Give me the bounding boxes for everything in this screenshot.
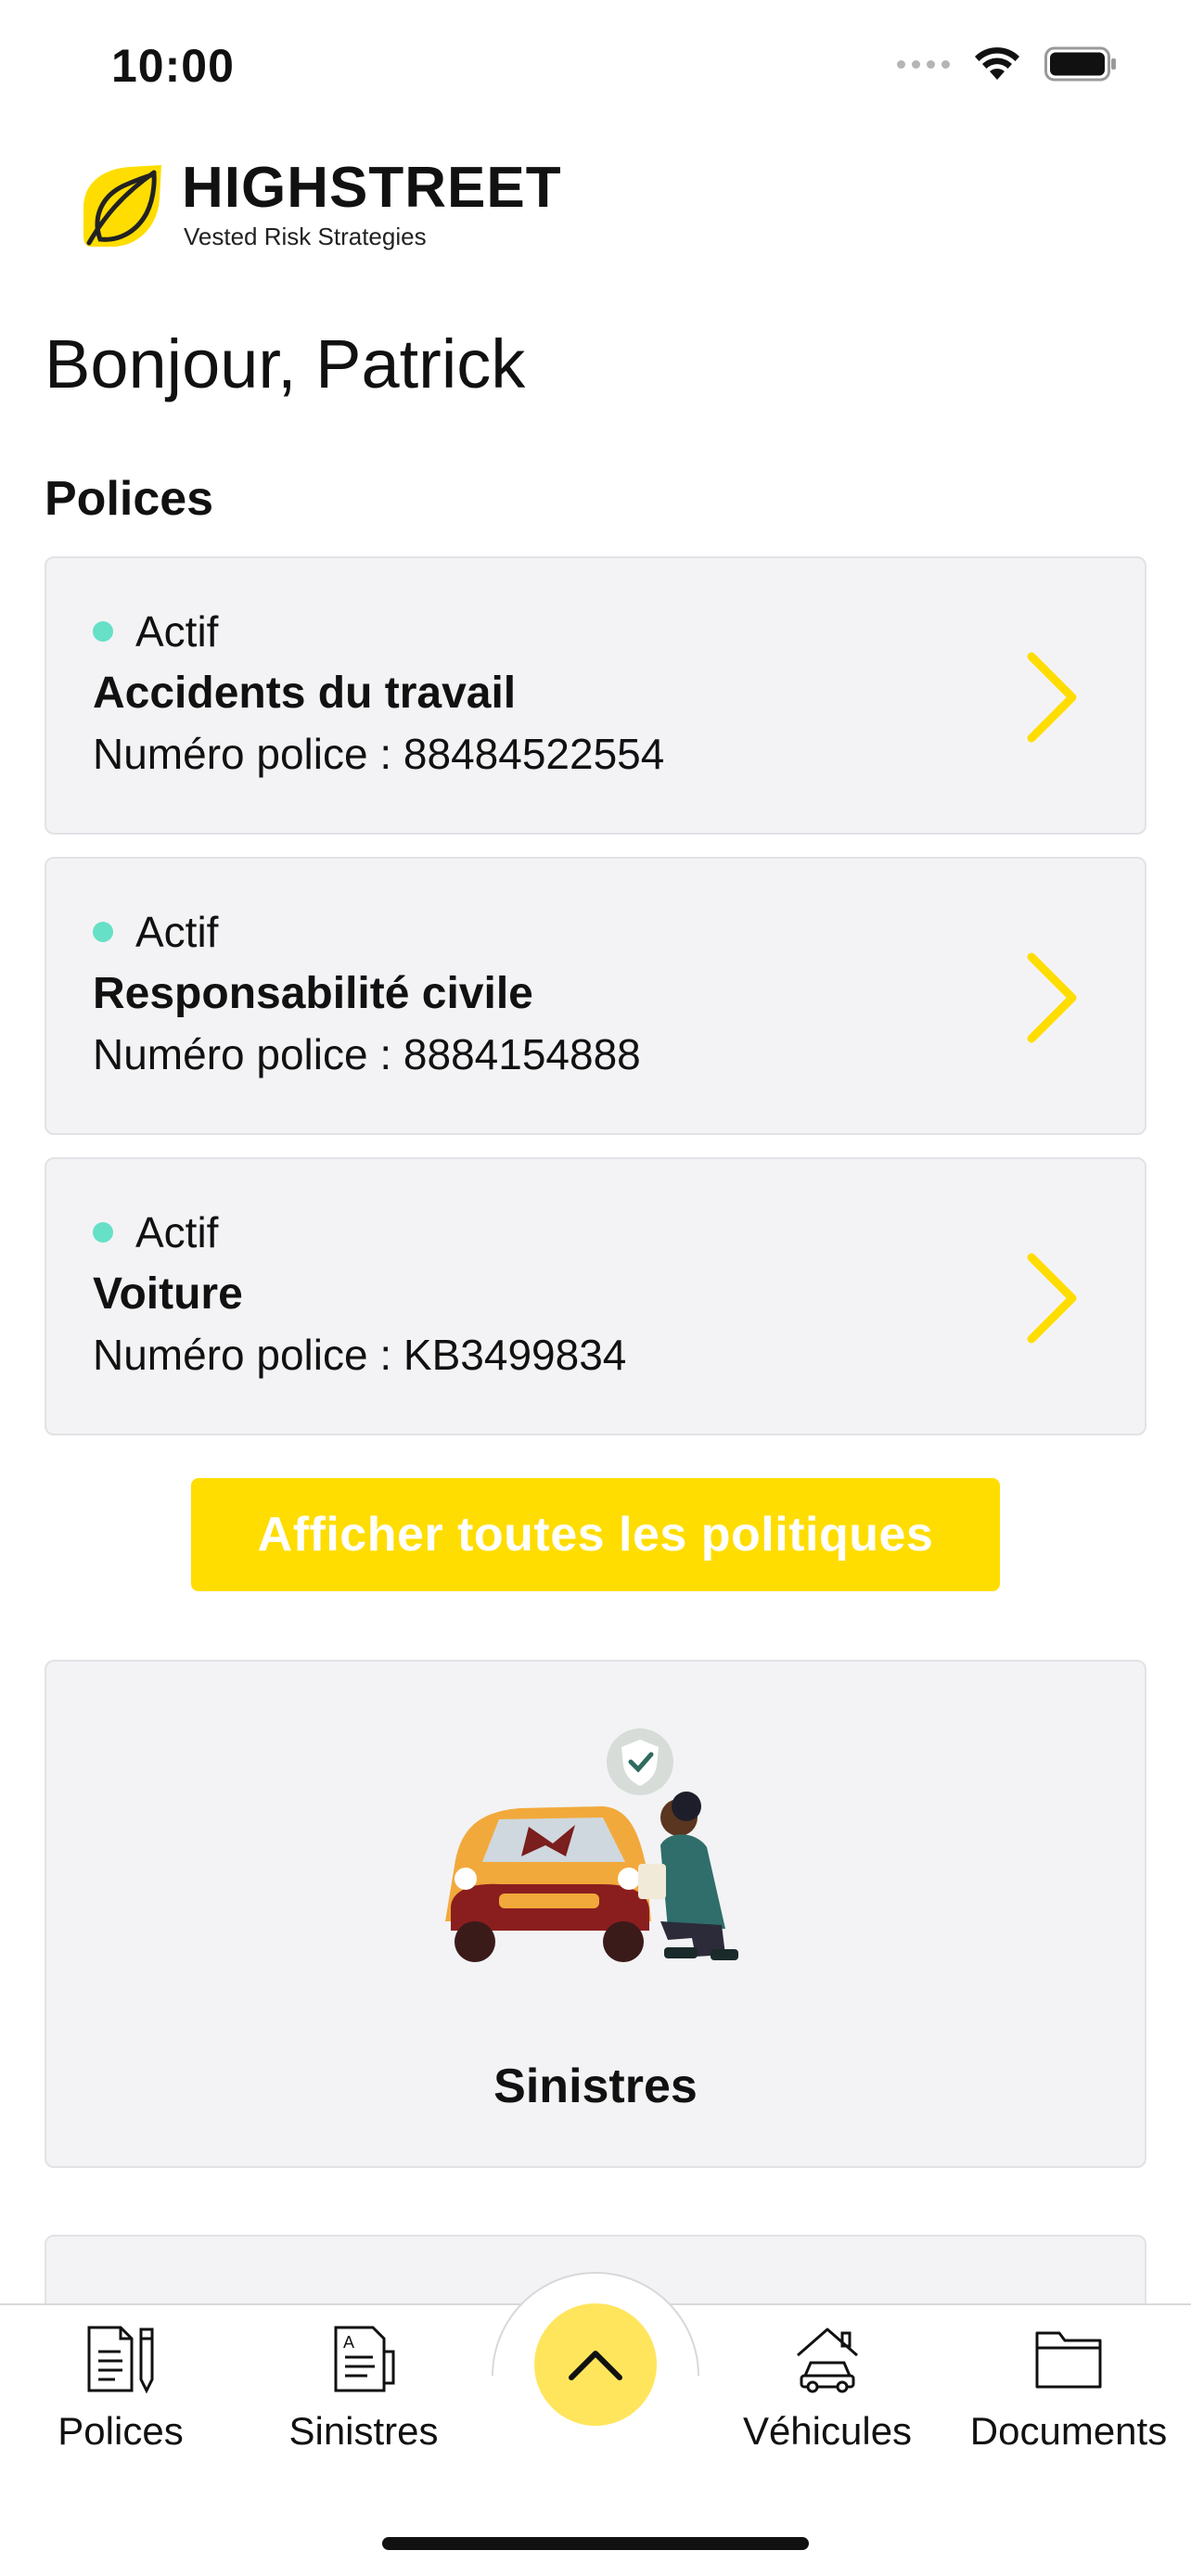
policy-card[interactable]: Actif Accidents du travail Numéro police… — [45, 556, 1146, 835]
policy-document-icon — [87, 2326, 154, 2394]
policy-name: Responsabilité civile — [93, 969, 533, 1018]
policy-status-label: Actif — [135, 1208, 219, 1256]
policy-status: Actif — [93, 606, 218, 657]
status-bar: 10:00 — [0, 0, 1191, 139]
greeting-heading: Bonjour, Patrick — [45, 325, 526, 402]
car-garage-icon — [797, 2327, 858, 2393]
policy-status: Actif — [93, 907, 218, 957]
leaf-logo-icon — [83, 164, 161, 247]
battery-icon — [1044, 46, 1116, 82]
wifi-icon — [975, 47, 1019, 80]
tab-label: Documents — [969, 2409, 1168, 2453]
tab-sinistres[interactable]: A Sinistres — [252, 2324, 475, 2454]
status-icons — [897, 46, 1117, 82]
chevron-right-icon[interactable] — [1024, 1252, 1080, 1345]
policy-number: Numéro police : 88484522554 — [93, 730, 665, 778]
tab-polices[interactable]: Polices — [9, 2324, 232, 2454]
tab-documents[interactable]: Documents — [957, 2324, 1180, 2454]
policy-card[interactable]: Actif Responsabilité civile Numéro polic… — [45, 857, 1146, 1135]
cellular-signal-icon — [897, 59, 950, 69]
active-status-dot-icon — [93, 1222, 113, 1243]
status-time: 10:00 — [111, 40, 235, 92]
brand-name: HIGHSTREET — [182, 156, 562, 220]
claim-form-icon: A — [334, 2326, 395, 2392]
policy-status-label: Actif — [135, 607, 219, 656]
tab-label: Véhicules — [742, 2409, 913, 2453]
active-status-dot-icon — [93, 922, 113, 942]
chevron-right-icon[interactable] — [1024, 951, 1080, 1044]
bottom-tab-bar: Polices A Sinistres Véhicules Documents — [0, 2272, 1191, 2576]
policies-section-title: Polices — [45, 472, 214, 526]
expand-menu-button[interactable] — [534, 2303, 657, 2426]
folder-icon — [1035, 2331, 1102, 2389]
view-all-policies-button[interactable]: Afficher toutes les politiques — [191, 1478, 1000, 1591]
active-status-dot-icon — [93, 621, 113, 642]
policy-status: Actif — [93, 1207, 218, 1257]
policy-name: Voiture — [93, 1269, 243, 1319]
tab-label: Sinistres — [288, 2409, 439, 2453]
tab-vehicules[interactable]: Véhicules — [716, 2324, 939, 2454]
policy-card[interactable]: Actif Voiture Numéro police : KB3499834 — [45, 1157, 1146, 1435]
svg-text:A: A — [343, 2333, 354, 2352]
policy-number: Numéro police : 8884154888 — [93, 1030, 641, 1078]
policy-name: Accidents du travail — [93, 669, 517, 718]
claims-card-label: Sinistres — [493, 2060, 698, 2113]
car-damage-inspection-illustration — [445, 1728, 738, 1962]
chevron-up-icon — [569, 2351, 622, 2380]
home-indicator[interactable] — [382, 2537, 809, 2550]
policy-number: Numéro police : KB3499834 — [93, 1331, 627, 1379]
brand-tagline: Vested Risk Strategies — [184, 223, 427, 250]
chevron-right-icon[interactable] — [1024, 651, 1080, 744]
claims-card[interactable]: Sinistres — [45, 1660, 1146, 2168]
tab-label: Polices — [58, 2409, 184, 2453]
brand-logo: HIGHSTREET Vested Risk Strategies — [76, 159, 562, 251]
policy-status-label: Actif — [135, 908, 219, 956]
